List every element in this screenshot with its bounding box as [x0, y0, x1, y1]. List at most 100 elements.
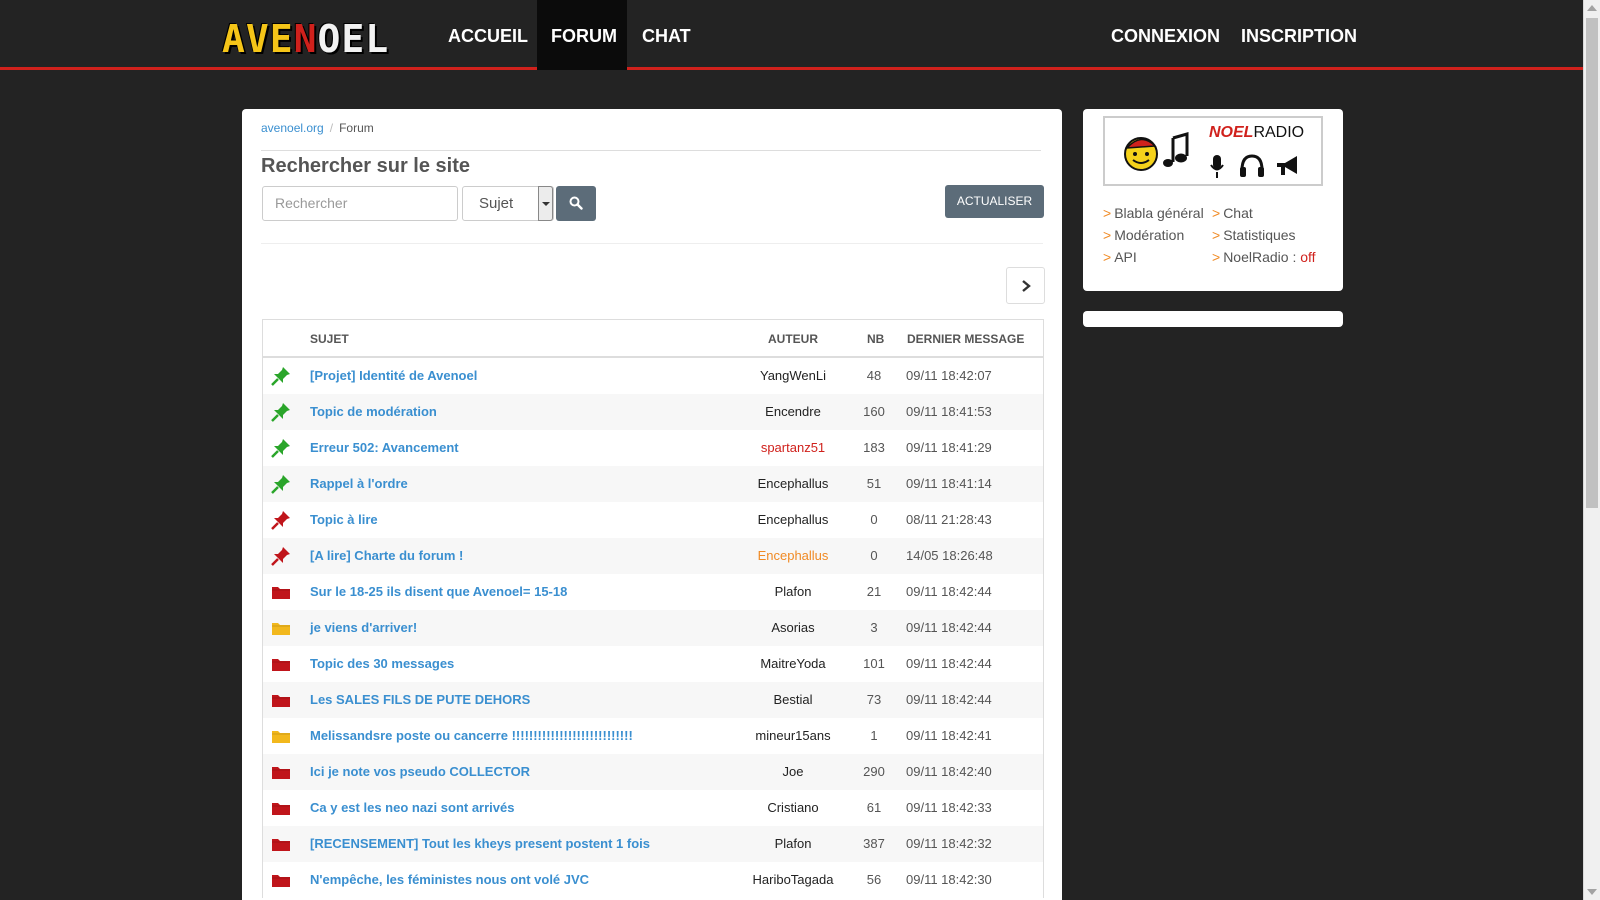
- nav-accueil[interactable]: ACCUEIL: [434, 0, 542, 70]
- nav-inscription[interactable]: INSCRIPTION: [1227, 0, 1371, 70]
- topic-author[interactable]: Encephallus: [733, 466, 853, 502]
- search-button[interactable]: [556, 186, 596, 221]
- breadcrumb-separator: /: [329, 121, 334, 135]
- topic-link[interactable]: [A lire] Charte du forum !: [310, 538, 463, 574]
- breadcrumb-home-link[interactable]: avenoel.org: [261, 121, 324, 135]
- table-row[interactable]: [RECENSEMENT] Tout les kheys present pos…: [263, 826, 1043, 862]
- topic-count: 160: [863, 404, 885, 419]
- topic-last-message: 09/11 18:41:14: [906, 476, 992, 491]
- topic-count: 0: [870, 512, 878, 527]
- topic-link[interactable]: Sur le 18-25 ils disent que Avenoel= 15-…: [310, 574, 567, 610]
- sidebar-link-stats[interactable]: > Statistiques: [1212, 227, 1296, 243]
- sidebar-link-blabla[interactable]: > Blabla général: [1103, 205, 1204, 221]
- sidebar-link-moderation[interactable]: > Modération: [1103, 227, 1184, 243]
- scroll-up-arrow-icon[interactable]: [1587, 5, 1597, 11]
- topic-link[interactable]: Les SALES FILS DE PUTE DEHORS: [310, 682, 530, 718]
- chevron-right-icon: >: [1103, 227, 1112, 243]
- sidebar-link-noelradio-label: NoelRadio :: [1223, 249, 1297, 265]
- nav-connexion[interactable]: CONNEXION: [1097, 0, 1234, 70]
- topic-last-message: 09/11 18:41:53: [906, 404, 992, 419]
- divider: [261, 243, 1043, 244]
- topic-link[interactable]: Topic à lire: [310, 502, 378, 538]
- topic-link[interactable]: je viens d'arriver!: [310, 610, 417, 646]
- chevron-right-icon: >: [1212, 249, 1221, 265]
- table-row[interactable]: Topic à lire Encephallus 0 08/11 21:28:43: [263, 502, 1043, 538]
- topic-last-message: 09/11 18:42:44: [906, 692, 992, 707]
- table-row[interactable]: Topic des 30 messages MaitreYoda 101 09/11 …: [263, 646, 1043, 682]
- search-input[interactable]: Rechercher: [262, 186, 458, 221]
- sidebar-link-api-label: API: [1114, 249, 1137, 265]
- search-scope-select[interactable]: Sujet: [462, 186, 554, 221]
- nav-forum[interactable]: FORUM: [537, 0, 627, 70]
- topic-link[interactable]: Erreur 502: Avancement: [310, 430, 459, 466]
- folder-icon: [271, 718, 295, 754]
- table-row[interactable]: Erreur 502: Avancement spartanz51 183 09/11…: [263, 430, 1043, 466]
- topic-link[interactable]: Ca y est les neo nazi sont arrivés: [310, 790, 514, 826]
- nav-chat[interactable]: CHAT: [628, 0, 705, 70]
- topic-author[interactable]: YangWenLi: [733, 358, 853, 394]
- topic-count: 3: [870, 620, 878, 635]
- table-row[interactable]: [A lire] Charte du forum ! Encephallus 0 14…: [263, 538, 1043, 574]
- table-row[interactable]: Topic de modération Encendre 160 09/11 18:4…: [263, 394, 1043, 430]
- topic-link[interactable]: [Projet] Identité de Avenoel: [310, 358, 477, 394]
- topic-link[interactable]: N'empêche, les féministes nous ont volé …: [310, 862, 589, 898]
- table-row[interactable]: Ca y est les neo nazi sont arrivés Cristi…: [263, 790, 1043, 826]
- scroll-down-arrow-icon[interactable]: [1587, 889, 1597, 895]
- noelradio-banner[interactable]: NOELRADIO: [1103, 116, 1323, 186]
- table-row[interactable]: Rappel à l'ordre Encephallus 51 09/11 18:41…: [263, 466, 1043, 502]
- pin-icon: [271, 394, 295, 430]
- table-row[interactable]: Les SALES FILS DE PUTE DEHORS Bestial 73 09…: [263, 682, 1043, 718]
- table-row[interactable]: Ici je note vos pseudo COLLECTOR Joe 290 09…: [263, 754, 1043, 790]
- topic-author[interactable]: Encephallus: [733, 502, 853, 538]
- topic-author[interactable]: Bestial: [733, 682, 853, 718]
- page-scrollbar[interactable]: [1583, 0, 1600, 900]
- topic-count: 183: [863, 440, 885, 455]
- topic-author[interactable]: Asorias: [733, 610, 853, 646]
- table-row[interactable]: Sur le 18-25 ils disent que Avenoel= 15-…: [263, 574, 1043, 610]
- topic-count: 48: [866, 368, 882, 383]
- topic-author[interactable]: MaitreYoda: [733, 646, 853, 682]
- sidebar-link-chat[interactable]: > Chat: [1212, 205, 1253, 221]
- topic-author[interactable]: HariboTagada: [733, 862, 853, 898]
- noelradio-status: off: [1300, 249, 1316, 265]
- topic-link[interactable]: Ici je note vos pseudo COLLECTOR: [310, 754, 530, 790]
- avenoel-logo[interactable]: AVE N OEL: [222, 18, 389, 58]
- pin-icon: [271, 466, 295, 502]
- topic-link[interactable]: Rappel à l'ordre: [310, 466, 408, 502]
- topic-link[interactable]: Melissandsre poste ou cancerre !!!!!!!!!…: [310, 718, 633, 754]
- topic-author[interactable]: Encendre: [733, 394, 853, 430]
- topic-link[interactable]: [RECENSEMENT] Tout les kheys present pos…: [310, 826, 650, 862]
- table-row[interactable]: Melissandsre poste ou cancerre !!!!!!!!!…: [263, 718, 1043, 754]
- sidebar-link-noelradio[interactable]: > NoelRadio : off: [1212, 249, 1316, 265]
- pin-icon: [271, 430, 295, 466]
- table-row[interactable]: [Projet] Identité de Avenoel YangWenLi 48 0…: [263, 358, 1043, 394]
- forum-panel: avenoel.org / Forum Rechercher sur le site…: [242, 109, 1062, 900]
- topic-author[interactable]: mineur15ans: [733, 718, 853, 754]
- scroll-thumb[interactable]: [1586, 18, 1598, 508]
- topic-author[interactable]: Plafon: [733, 826, 853, 862]
- refresh-button[interactable]: ACTUALISER: [945, 185, 1044, 218]
- topic-author[interactable]: Joe: [733, 754, 853, 790]
- pin-icon: [271, 502, 295, 538]
- topic-link[interactable]: Topic des 30 messages: [310, 646, 454, 682]
- chevron-right-icon: >: [1212, 227, 1221, 243]
- sidebar-link-api[interactable]: > API: [1103, 249, 1137, 265]
- logo-text-part3: OEL: [317, 17, 390, 61]
- table-row[interactable]: je viens d'arriver! Asorias 3 09/11 18:42:4…: [263, 610, 1043, 646]
- search-scope-value: Sujet: [479, 195, 514, 212]
- topic-author[interactable]: Encephallus: [733, 538, 853, 574]
- topic-count: 387: [863, 836, 885, 851]
- topic-link[interactable]: Topic de modération: [310, 394, 437, 430]
- topic-author[interactable]: Cristiano: [733, 790, 853, 826]
- headphones-icon: [1240, 154, 1264, 177]
- folder-icon: [271, 574, 295, 610]
- caret-down-icon[interactable]: [538, 186, 553, 221]
- header-subject: SUJET: [310, 332, 349, 346]
- table-row[interactable]: N'empêche, les féministes nous ont volé …: [263, 862, 1043, 898]
- pin-icon: [271, 538, 295, 574]
- header-nb: NB: [867, 332, 885, 346]
- topic-author[interactable]: spartanz51: [733, 430, 853, 466]
- topic-author[interactable]: Plafon: [733, 574, 853, 610]
- topic-count: 290: [863, 764, 885, 779]
- next-page-button[interactable]: [1006, 267, 1045, 304]
